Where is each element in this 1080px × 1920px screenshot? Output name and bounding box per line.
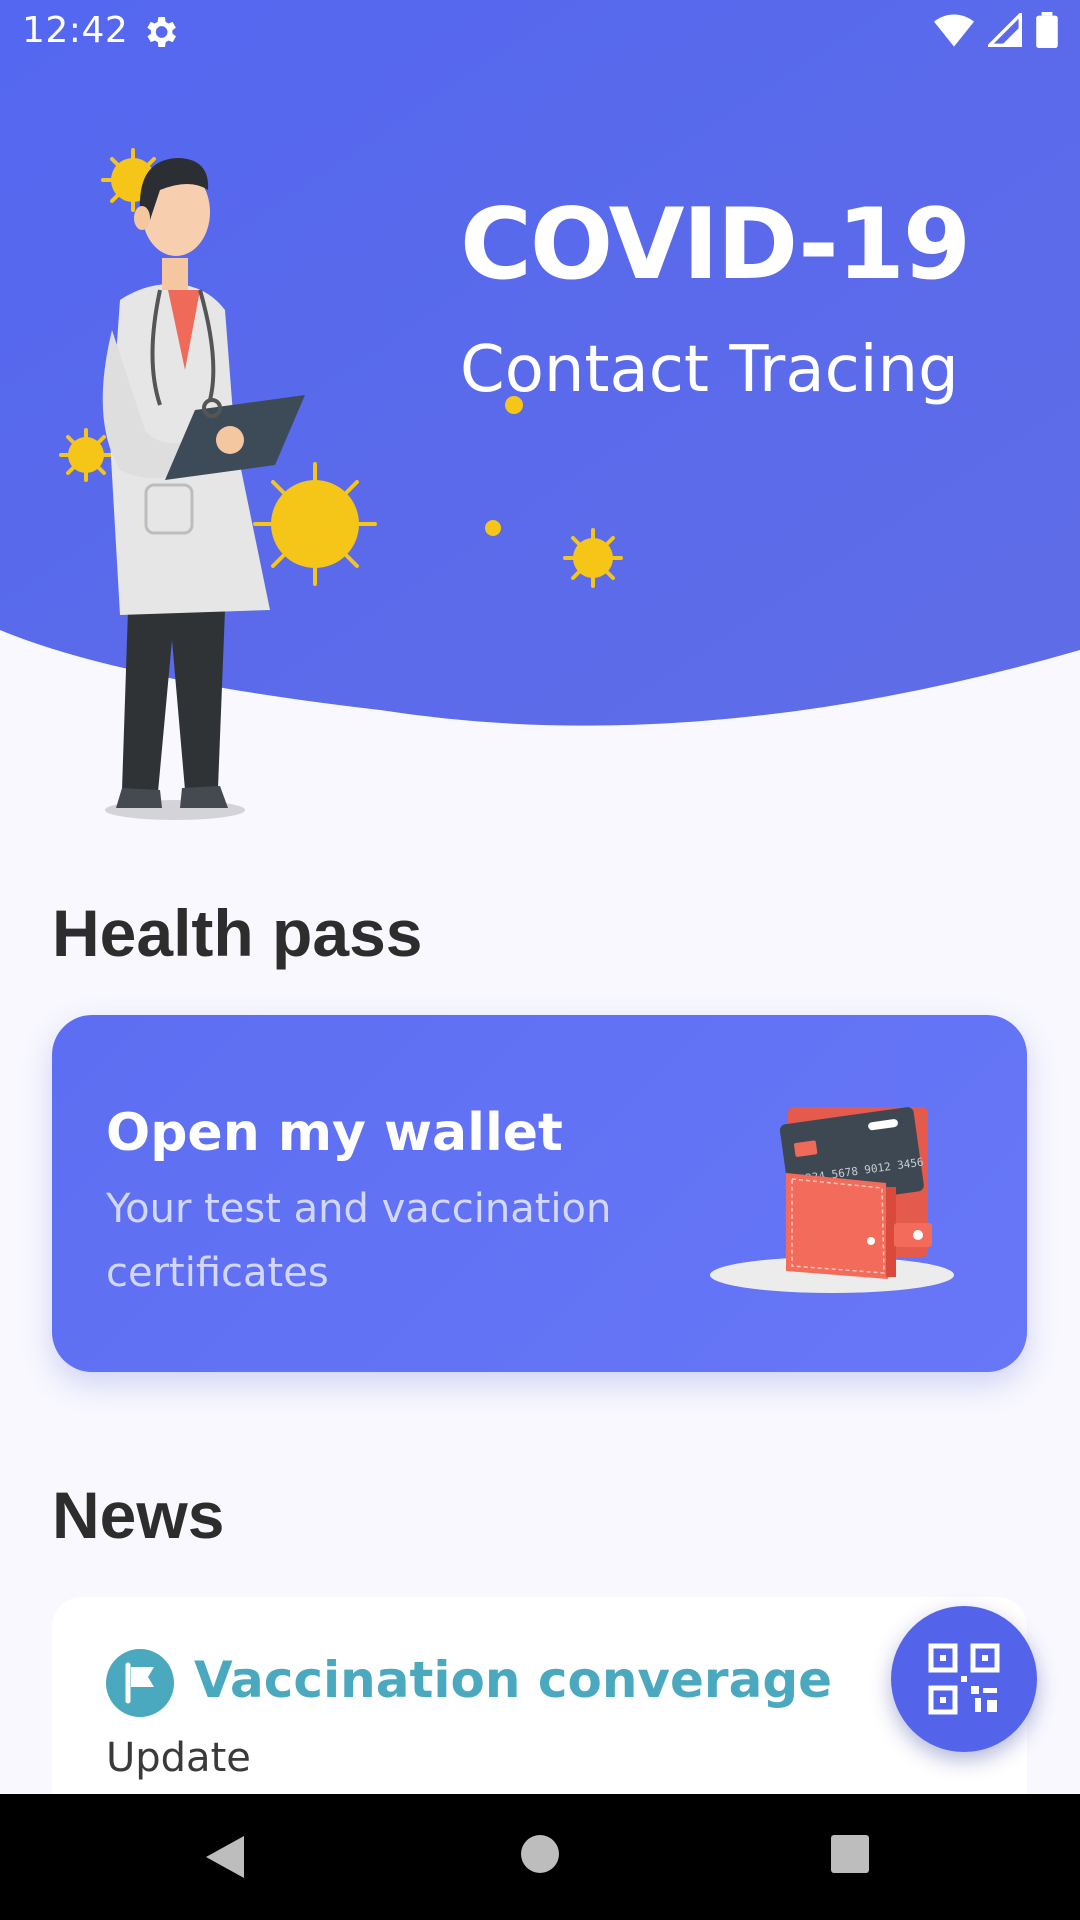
back-icon[interactable] <box>204 1834 248 1880</box>
wallet-card-title: Open my wallet <box>106 1103 563 1163</box>
doctor-illustration <box>102 158 305 820</box>
navigation-bar <box>0 1794 1080 1920</box>
recents-icon[interactable] <box>830 1834 870 1874</box>
news-item-card[interactable]: Vaccination converage Update <box>52 1597 1027 1817</box>
wifi-icon <box>934 14 974 47</box>
wallet-icon: 1234 5678 9012 3456 <box>710 1107 954 1293</box>
wallet-card-subtitle: Your test and vaccination certificates <box>106 1186 612 1296</box>
hero-title: COVID-19 <box>460 188 971 302</box>
qr-code-icon <box>928 1643 1000 1715</box>
status-bar: 12:42 <box>0 0 1080 64</box>
news-item-title: Vaccination converage <box>194 1651 833 1709</box>
health-pass-heading: Health pass <box>52 896 423 970</box>
flag-icon <box>106 1649 174 1717</box>
gear-icon <box>147 17 176 47</box>
open-wallet-card[interactable]: Open my wallet Your test and vaccination… <box>52 1015 1027 1372</box>
status-time: 12:42 <box>22 10 129 51</box>
cell-signal-icon <box>988 13 1022 47</box>
qr-scan-button[interactable] <box>891 1606 1037 1752</box>
news-heading: News <box>52 1478 225 1552</box>
home-icon[interactable] <box>520 1834 560 1874</box>
hero-subtitle: Contact Tracing <box>460 333 959 407</box>
battery-icon <box>1036 12 1058 48</box>
news-item-subtitle: Update <box>106 1735 251 1781</box>
